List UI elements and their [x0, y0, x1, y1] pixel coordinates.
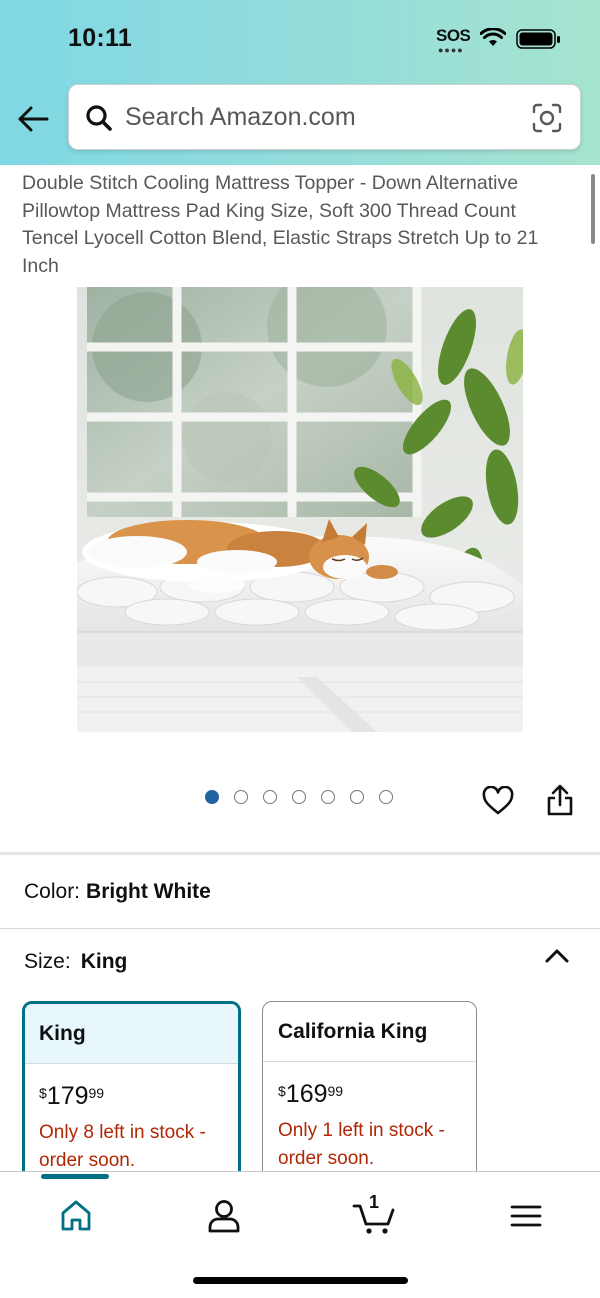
carousel-dot[interactable]: [292, 790, 306, 804]
section-divider: [0, 928, 600, 929]
camera-search-icon[interactable]: [531, 102, 563, 134]
carousel-dot[interactable]: [350, 790, 364, 804]
top-header: 10:11 SOS ●●●●: [0, 0, 600, 165]
home-icon[interactable]: [56, 1196, 96, 1236]
battery-icon: [516, 29, 560, 49]
search-input[interactable]: [125, 95, 515, 139]
size-option-king[interactable]: King $179 99 Only 8 left in stock - order…: [22, 1001, 241, 1191]
chevron-up-icon[interactable]: [543, 946, 571, 966]
menu-icon[interactable]: [506, 1196, 546, 1236]
share-icon[interactable]: [546, 783, 574, 817]
color-value: Bright White: [86, 880, 211, 903]
account-icon[interactable]: [204, 1196, 244, 1236]
back-arrow-icon[interactable]: [16, 104, 50, 134]
active-tab-indicator: [41, 1174, 109, 1179]
carousel-dot[interactable]: [379, 790, 393, 804]
scrollbar[interactable]: [591, 174, 595, 244]
carousel-dot[interactable]: [205, 790, 219, 804]
size-option-name: California King: [263, 1002, 476, 1062]
size-selector[interactable]: Size: King: [24, 950, 127, 974]
carousel-dot[interactable]: [263, 790, 277, 804]
carousel-dot[interactable]: [321, 790, 335, 804]
size-label: Size:: [24, 950, 71, 973]
size-option-name: King: [25, 1004, 238, 1064]
cart-button[interactable]: 1: [352, 1192, 398, 1236]
product-image[interactable]: [77, 287, 523, 732]
search-icon: [86, 105, 112, 131]
image-carousel-dots[interactable]: [205, 790, 393, 804]
status-time: 10:11: [68, 24, 133, 52]
stock-warning: Only 8 left in stock - order soon.: [39, 1122, 206, 1171]
home-indicator-bar[interactable]: [193, 1277, 408, 1284]
color-selector[interactable]: Color: Bright White: [24, 880, 211, 904]
heart-icon[interactable]: [482, 786, 514, 816]
product-title[interactable]: Double Stitch Cooling Mattress Topper - …: [22, 170, 570, 280]
size-option-price: $179 99: [39, 1082, 105, 1110]
sos-indicator: SOS: [436, 26, 471, 45]
color-label: Color:: [24, 880, 81, 903]
size-value: King: [80, 950, 128, 973]
section-divider: [0, 852, 600, 855]
size-option-california-king[interactable]: California King $169 99 Only 1 left in st…: [262, 1001, 477, 1191]
cart-count-badge: 1: [369, 1192, 380, 1212]
search-bar[interactable]: [68, 84, 581, 150]
wifi-icon: [480, 28, 506, 46]
stock-warning: Only 1 left in stock - order soon.: [278, 1120, 445, 1169]
size-option-price: $169 99: [278, 1080, 344, 1108]
signal-dots-icon: ●●●●: [438, 45, 464, 55]
carousel-dot[interactable]: [234, 790, 248, 804]
